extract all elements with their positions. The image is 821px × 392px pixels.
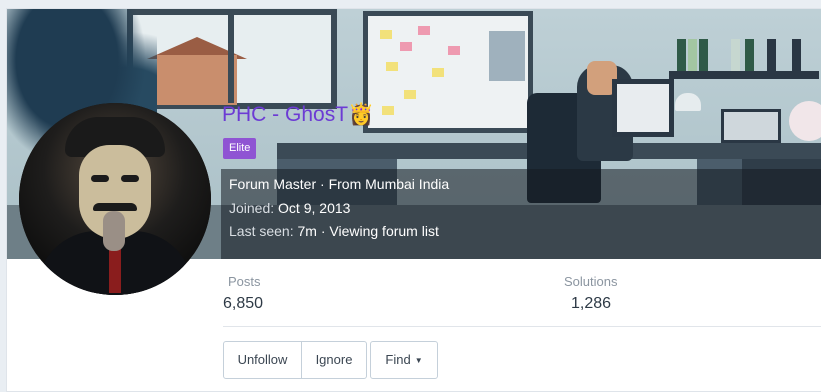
posts-count[interactable]: 6,850 bbox=[223, 295, 263, 313]
divider bbox=[223, 326, 821, 327]
joined-label: Joined: bbox=[229, 200, 275, 216]
user-title-badge: Elite bbox=[223, 138, 257, 159]
user-title-location: Forum Master · From Mumbai India bbox=[229, 176, 450, 192]
banner-window bbox=[127, 9, 337, 109]
find-button-label: Find bbox=[385, 352, 411, 367]
joined-line: Joined: Oct 9, 2013 bbox=[229, 200, 350, 216]
posts-label: Posts bbox=[228, 274, 261, 289]
ignore-button[interactable]: Ignore bbox=[301, 341, 367, 379]
unfollow-button[interactable]: Unfollow bbox=[223, 341, 302, 379]
last-seen-line: Last seen: 7m · Viewing forum list bbox=[229, 223, 439, 239]
solutions-label: Solutions bbox=[564, 274, 618, 289]
last-seen-value[interactable]: 7m · Viewing forum list bbox=[298, 223, 439, 239]
caret-down-icon: ▼ bbox=[414, 356, 423, 365]
profile-card: PHC - GhosT👸 Elite Forum Master · From M… bbox=[6, 8, 821, 392]
username[interactable]: PHC - GhosT👸 bbox=[222, 103, 374, 127]
find-button[interactable]: Find ▼ bbox=[370, 341, 438, 379]
avatar[interactable] bbox=[19, 103, 211, 295]
solutions-count[interactable]: 1,286 bbox=[571, 295, 611, 313]
banner-shelf bbox=[669, 71, 819, 79]
joined-date: Oct 9, 2013 bbox=[278, 200, 351, 216]
last-seen-label: Last seen: bbox=[229, 223, 294, 239]
